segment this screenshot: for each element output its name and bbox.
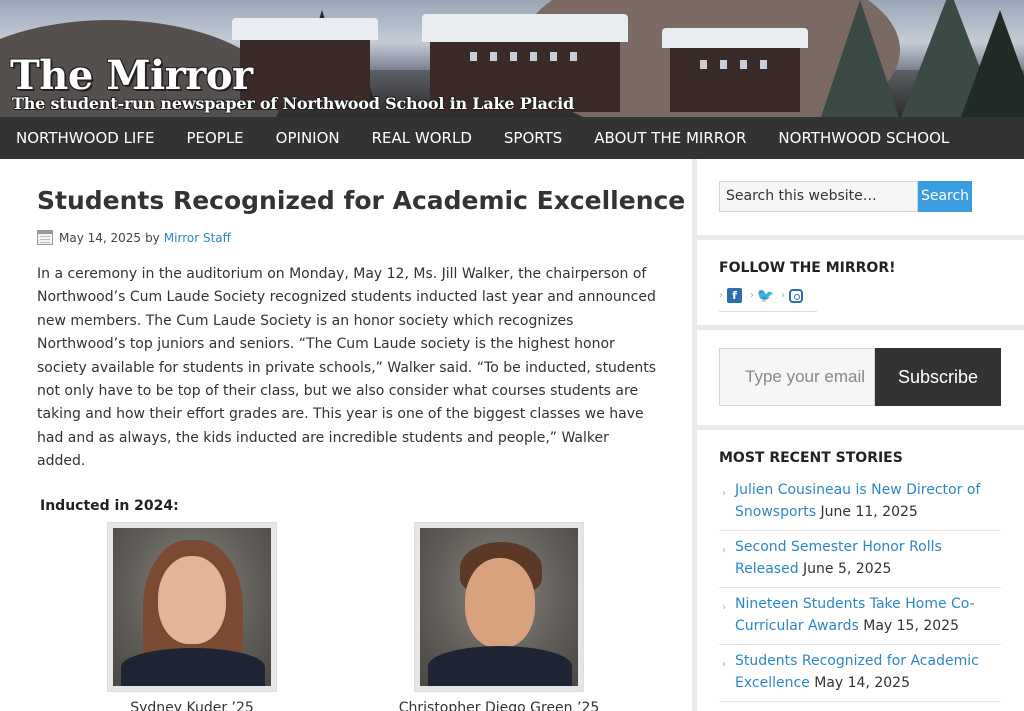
recent-story-date: June 5, 2025	[803, 560, 892, 577]
article-meta: May 14, 2025 by Mirror Staff	[37, 230, 656, 245]
header-window	[740, 60, 747, 69]
sidebar: Search this website… Search FOLLOW THE M…	[697, 159, 1024, 711]
header-window	[470, 52, 477, 61]
portrait-face	[465, 557, 535, 648]
photo-caption: Christopher Diego Green ’25	[398, 699, 600, 711]
recent-story-date: June 11, 2025	[820, 503, 918, 520]
site-header[interactable]: The Mirror The student-run newspaper of …	[0, 0, 1024, 117]
chevron-right-icon: ›	[750, 290, 754, 301]
nav-item-about-the-mirror[interactable]: ABOUT THE MIRROR	[594, 129, 746, 147]
student-photo-image	[420, 527, 578, 686]
calendar-icon	[37, 230, 53, 245]
article-date: May 14, 2025	[59, 230, 142, 245]
nav-item-sports[interactable]: SPORTS	[504, 129, 562, 147]
header-window	[720, 60, 727, 69]
header-window	[550, 52, 557, 61]
chevron-right-icon: ›	[781, 290, 785, 301]
student-photo[interactable]	[414, 521, 584, 692]
social-links: › f › 🐦 ›	[719, 288, 1024, 304]
article-content: Students Recognized for Academic Excelle…	[0, 159, 692, 711]
twitter-icon[interactable]: 🐦	[757, 288, 774, 304]
social-divider	[719, 311, 817, 312]
header-window	[530, 52, 537, 61]
nav-item-opinion[interactable]: OPINION	[276, 129, 340, 147]
chevron-right-icon: ›	[722, 659, 726, 670]
nav-item-real-world[interactable]: REAL WORLD	[372, 129, 472, 147]
header-building-roof	[232, 18, 378, 40]
main-nav: NORTHWOOD LIFE PEOPLE OPINION REAL WORLD…	[0, 117, 1024, 159]
site-title[interactable]: The Mirror	[10, 54, 253, 98]
nav-item-northwood-school[interactable]: NORTHWOOD SCHOOL	[778, 129, 949, 147]
search-button[interactable]: Search	[918, 181, 972, 212]
nav-item-northwood-life[interactable]: NORTHWOOD LIFE	[16, 129, 154, 147]
student-photo-image	[113, 527, 271, 686]
header-tree	[820, 0, 900, 117]
photo-row: Sydney Kuder ’25 Christopher Diego Green…	[37, 514, 656, 711]
photo-caption: Sydney Kuder ’25	[130, 699, 254, 711]
article-body: In a ceremony in the auditorium on Monda…	[37, 266, 657, 470]
nav-item-people[interactable]: PEOPLE	[186, 129, 243, 147]
header-window	[490, 52, 497, 61]
recent-story-item: › Second Semester Honor Rolls Released J…	[719, 531, 1001, 588]
recent-story-item: › Students Recognized for Academic Excel…	[719, 645, 1001, 702]
recent-story-item: › Julien Cousineau is New Director of Sn…	[719, 474, 1001, 531]
search-widget: Search this website… Search	[697, 159, 1024, 235]
instagram-icon[interactable]	[789, 288, 803, 303]
header-building-roof	[662, 28, 808, 48]
article-title: Students Recognized for Academic Excelle…	[37, 186, 686, 215]
header-window	[570, 52, 577, 61]
facebook-icon[interactable]: f	[727, 288, 742, 303]
search-input[interactable]: Search this website…	[719, 181, 918, 212]
header-building	[670, 40, 800, 112]
subscribe-widget: Type your email Subscribe	[697, 330, 1024, 425]
chevron-right-icon: ›	[722, 602, 726, 613]
recent-story-date: May 14, 2025	[814, 674, 910, 691]
email-input[interactable]: Type your email	[719, 348, 875, 406]
chevron-right-icon: ›	[722, 545, 726, 556]
header-building-roof	[422, 14, 628, 42]
portrait-face	[158, 555, 226, 644]
portrait-shirt	[121, 647, 265, 686]
follow-title: FOLLOW THE MIRROR!	[719, 260, 896, 276]
article-by: by	[145, 230, 160, 245]
header-window	[700, 60, 707, 69]
recent-story-item: › Nineteen Students Take Home Co-Curricu…	[719, 588, 1001, 645]
chevron-right-icon: ›	[719, 290, 723, 301]
inducted-label: Inducted in 2024:	[40, 497, 179, 514]
follow-widget: FOLLOW THE MIRROR! › f › 🐦 ›	[697, 240, 1024, 325]
student-photo[interactable]	[107, 521, 277, 692]
recent-story-date: May 15, 2025	[863, 617, 959, 634]
subscribe-button[interactable]: Subscribe	[875, 348, 1001, 406]
header-window	[760, 60, 767, 69]
site-tagline: The student-run newspaper of Northwood S…	[12, 94, 575, 113]
portrait-shirt	[428, 645, 572, 686]
header-tree	[960, 10, 1024, 117]
header-window	[510, 52, 517, 61]
recent-stories-title: MOST RECENT STORIES	[719, 450, 903, 466]
recent-stories-widget: MOST RECENT STORIES › Julien Cousineau i…	[697, 430, 1024, 711]
article-author-link[interactable]: Mirror Staff	[164, 231, 231, 245]
chevron-right-icon: ›	[722, 488, 726, 499]
